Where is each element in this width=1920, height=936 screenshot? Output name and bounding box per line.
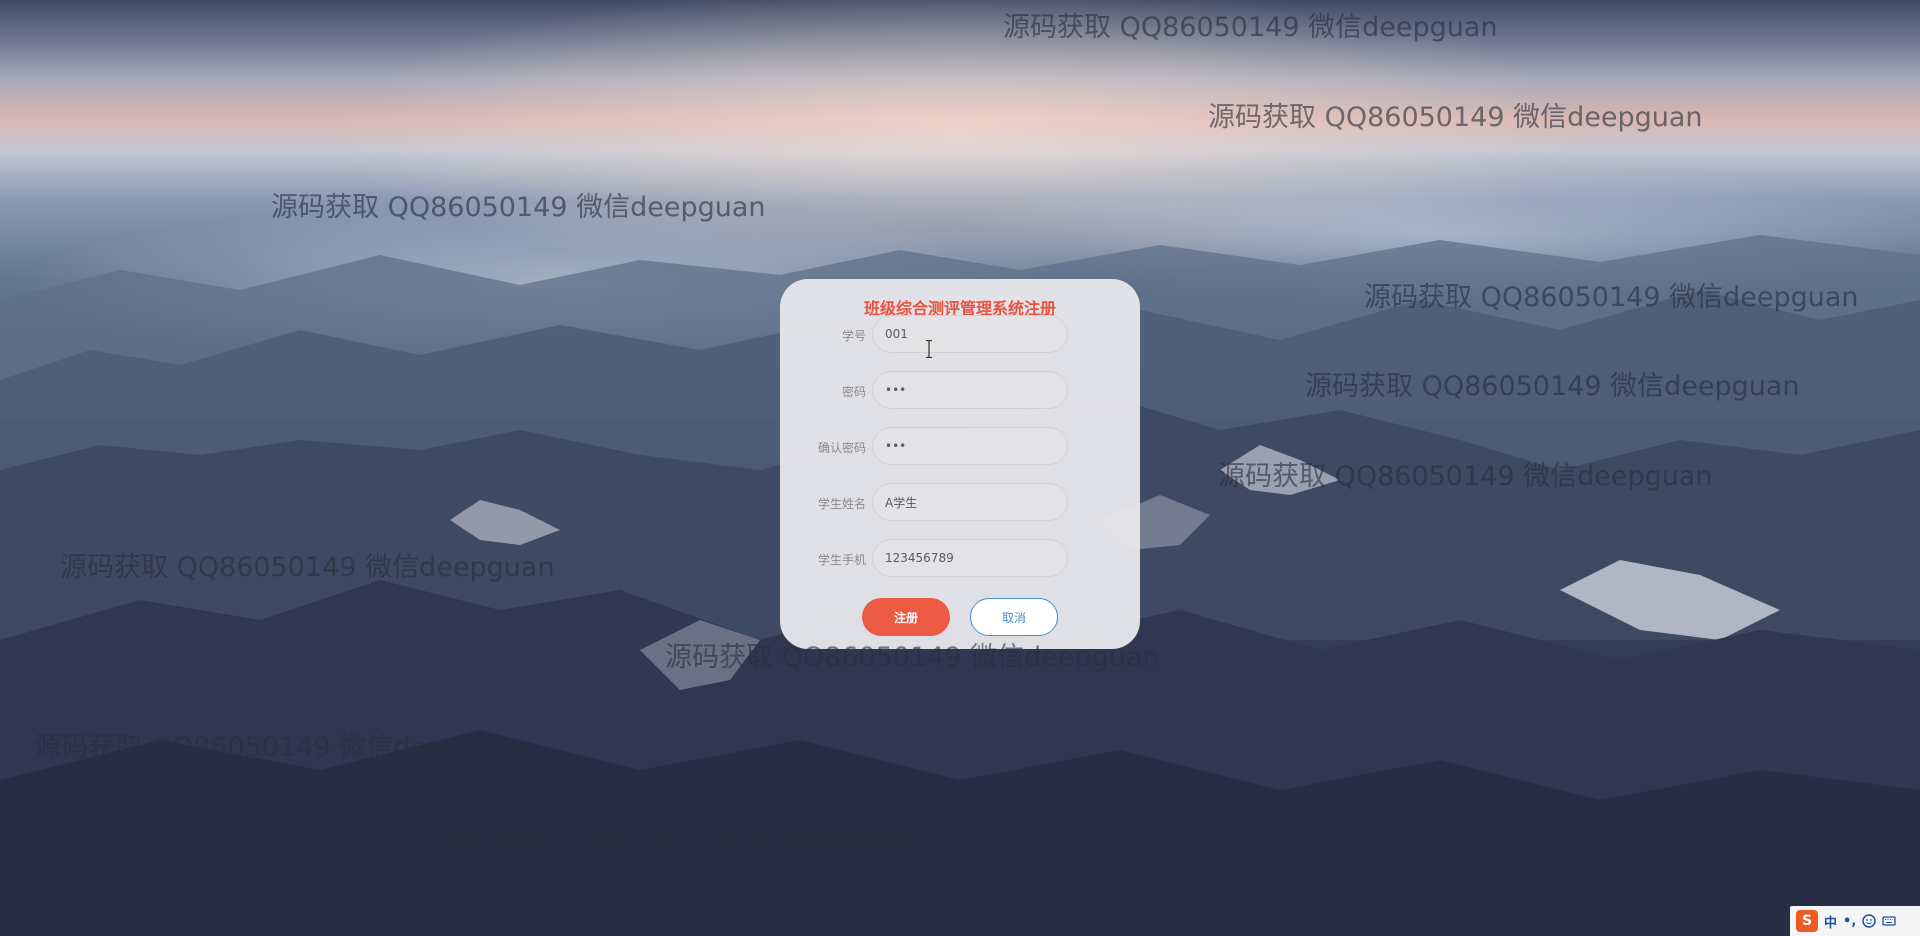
keyboard-icon[interactable] xyxy=(1882,914,1896,928)
field-row-student-id: 学号 xyxy=(780,315,1140,355)
register-button[interactable]: 注册 xyxy=(862,598,950,636)
registration-panel: 班级综合测评管理系统注册 学号 密码 确认密码 学生姓名 学生手机 注册 取消 xyxy=(780,279,1140,649)
ime-toolbar[interactable]: S 中 •, xyxy=(1790,906,1920,936)
student-id-input[interactable] xyxy=(872,315,1068,353)
ime-logo-icon[interactable]: S xyxy=(1796,910,1818,932)
ime-punctuation[interactable]: •, xyxy=(1843,914,1856,929)
field-row-student-phone: 学生手机 xyxy=(780,539,1140,579)
cancel-button[interactable]: 取消 xyxy=(970,598,1058,636)
confirm-password-label: 确认密码 xyxy=(817,441,866,455)
emoji-icon[interactable] xyxy=(1862,914,1877,928)
student-phone-input[interactable] xyxy=(872,539,1068,577)
student-phone-label: 学生手机 xyxy=(817,553,866,567)
ime-mode[interactable]: 中 xyxy=(1824,912,1837,931)
field-row-password: 密码 xyxy=(780,371,1140,411)
student-name-input[interactable] xyxy=(872,483,1068,521)
field-row-student-name: 学生姓名 xyxy=(780,483,1140,523)
page-background: 源码获取 QQ86050149 微信deepguan 源码获取 QQ860501… xyxy=(0,0,1920,936)
password-label: 密码 xyxy=(841,385,866,399)
password-input[interactable] xyxy=(872,371,1068,409)
student-id-label: 学号 xyxy=(841,329,866,343)
student-name-label: 学生姓名 xyxy=(817,497,866,511)
confirm-password-input[interactable] xyxy=(872,427,1068,465)
field-row-confirm-password: 确认密码 xyxy=(780,427,1140,467)
